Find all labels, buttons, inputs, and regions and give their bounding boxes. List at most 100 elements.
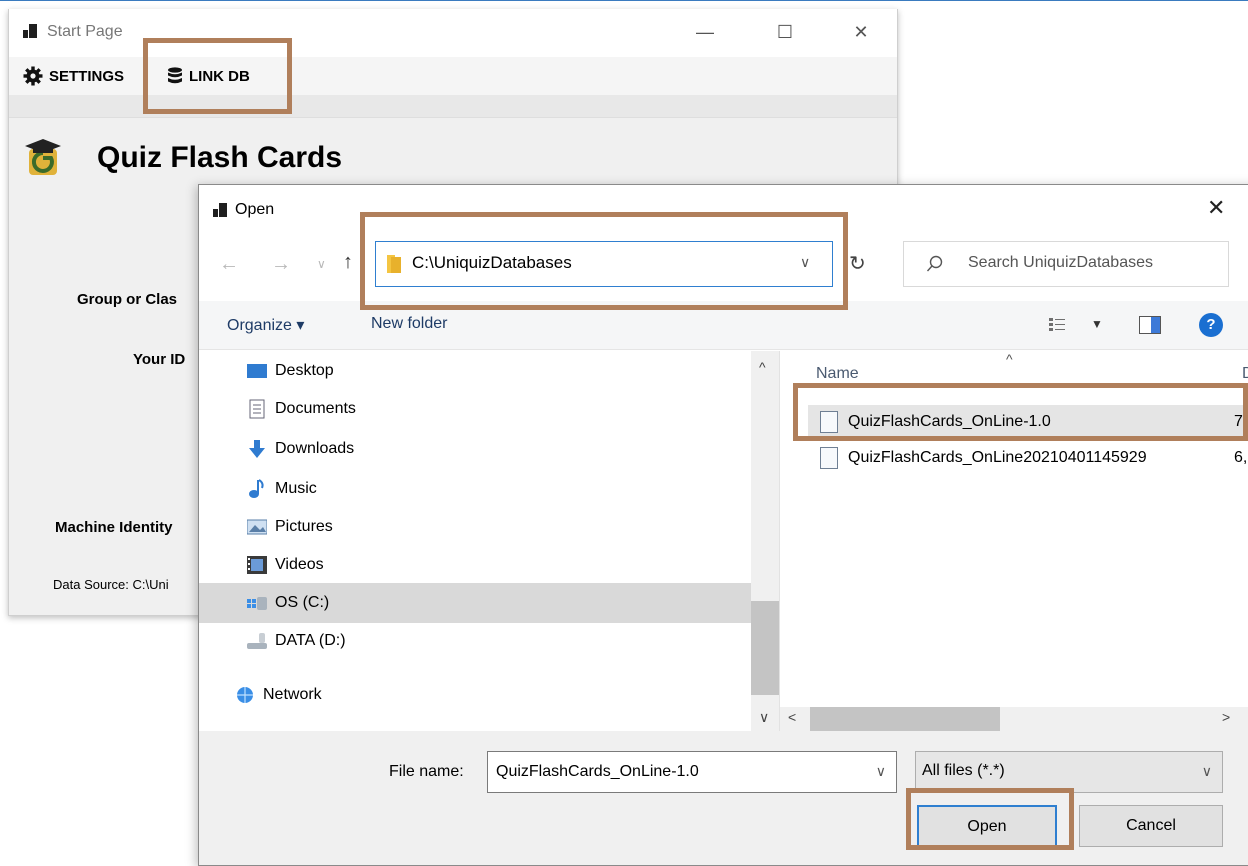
cancel-button[interactable]: Cancel: [1079, 805, 1223, 847]
file-scroll-thumb[interactable]: [810, 707, 1000, 731]
help-icon[interactable]: ?: [1199, 313, 1223, 337]
nav-vertical-scrollbar[interactable]: ^ ∨: [751, 351, 779, 731]
search-input[interactable]: Search UniquizDatabases: [903, 241, 1229, 287]
graduation-cap-logo-icon: [25, 139, 61, 175]
nav-item-downloads[interactable]: Downloads: [247, 431, 354, 467]
file-date: 7: [1234, 413, 1243, 430]
drive-c-icon: [247, 593, 267, 613]
address-bar[interactable]: C:\UniquizDatabases ∨: [375, 241, 833, 287]
settings-button[interactable]: SETTINGS: [23, 63, 124, 89]
file-name: QuizFlashCards_OnLine-1.0: [848, 413, 1051, 430]
music-icon: [247, 479, 267, 499]
nav-item-network[interactable]: Network: [235, 677, 322, 713]
maximize-button[interactable]: ☐: [765, 17, 805, 47]
toolbar-separator: [9, 95, 897, 118]
desktop-icon: [247, 361, 267, 381]
nav-item-data-d[interactable]: DATA (D:): [247, 623, 346, 659]
nav-item-label: Downloads: [275, 440, 355, 457]
address-dropdown-chevron-icon[interactable]: ∨: [800, 254, 810, 271]
file-row[interactable]: QuizFlashCards_OnLine20210401145929 6,: [808, 441, 1248, 475]
scroll-right-arrow-icon[interactable]: >: [1222, 709, 1230, 725]
file-horizontal-scrollbar[interactable]: < >: [780, 707, 1248, 731]
open-file-dialog: Open ✕ ← → ∨ ↑ C:\UniquizDatabases ∨ ↻ S…: [198, 184, 1248, 866]
network-icon: [235, 685, 255, 705]
settings-label: SETTINGS: [49, 67, 125, 85]
nav-item-label: OS (C:): [275, 594, 330, 611]
dialog-footer: File name: QuizFlashCards_OnLine-1.0 ∨ A…: [199, 731, 1248, 865]
nav-item-label: Documents: [275, 400, 356, 417]
up-folder-arrow-icon[interactable]: ↑: [343, 251, 353, 274]
desktop-top-edge: [0, 0, 1248, 1]
scroll-left-arrow-icon[interactable]: <: [788, 709, 796, 725]
nav-item-label: Music: [275, 480, 317, 497]
filter-dropdown-chevron-icon: ∨: [1201, 763, 1212, 779]
documents-icon: [247, 399, 267, 419]
dialog-app-icon: [213, 203, 227, 217]
folder-icon: [387, 255, 401, 273]
scroll-up-arrow-icon[interactable]: ^: [759, 359, 766, 375]
pictures-icon: [246, 517, 268, 537]
forward-arrow-icon[interactable]: →: [271, 253, 291, 276]
command-bar: Organize ▾ New folder ▼ ?: [199, 301, 1248, 350]
dialog-close-button[interactable]: ✕: [1207, 195, 1225, 221]
nav-item-label: Pictures: [275, 518, 333, 535]
organize-menu[interactable]: Organize ▾: [227, 315, 304, 335]
preview-pane-icon[interactable]: [1139, 316, 1161, 334]
nav-scroll-thumb[interactable]: [751, 601, 779, 695]
search-placeholder: Search UniquizDatabases: [968, 254, 1153, 271]
file-type-filter-select[interactable]: All files (*.*) ∨: [915, 751, 1223, 793]
view-options-icon[interactable]: [1049, 317, 1067, 333]
file-name: QuizFlashCards_OnLine20210401145929: [848, 449, 1147, 466]
start-page-title: Start Page: [47, 23, 123, 40]
start-page-titlebar[interactable]: Start Page — ☐ ✕: [9, 9, 897, 57]
new-folder-button[interactable]: New folder: [371, 315, 447, 333]
view-dropdown-chevron-icon[interactable]: ▼: [1091, 317, 1103, 331]
videos-icon: [247, 555, 267, 575]
file-name-field[interactable]: QuizFlashCards_OnLine-1.0 ∨: [487, 751, 897, 793]
navigation-pane: Desktop Documents Downloads Music Pictur…: [199, 351, 779, 731]
data-source-text: Data Source: C:\Uni: [53, 577, 169, 592]
open-dialog-title: Open: [235, 201, 275, 218]
file-type-filter-value: All files (*.*): [922, 762, 1005, 779]
column-header-name[interactable]: Name: [816, 365, 859, 383]
file-name-value: QuizFlashCards_OnLine-1.0: [496, 763, 699, 780]
column-header-date[interactable]: D: [1242, 365, 1248, 383]
open-button[interactable]: Open: [917, 805, 1057, 849]
nav-item-documents[interactable]: Documents: [247, 391, 356, 427]
your-id-label: Your ID: [133, 351, 186, 368]
minimize-button[interactable]: —: [685, 17, 725, 47]
window-app-icon: [23, 24, 37, 38]
address-path: C:\UniquizDatabases: [412, 253, 572, 272]
drive-d-icon: [247, 631, 267, 651]
refresh-icon[interactable]: ↻: [849, 251, 866, 276]
gear-icon: [23, 66, 43, 86]
group-or-class-label: Group or Clas: [77, 291, 178, 308]
file-icon: [820, 411, 838, 433]
app-title: Quiz Flash Cards: [97, 141, 343, 174]
nav-item-desktop[interactable]: Desktop: [247, 353, 334, 389]
machine-identity-label: Machine Identity: [55, 519, 173, 536]
file-date: 6,: [1234, 449, 1248, 466]
database-icon: [168, 67, 182, 84]
nav-item-label: Network: [263, 686, 322, 703]
link-db-button[interactable]: LINK DB: [167, 63, 250, 89]
nav-item-os-c[interactable]: OS (C:): [247, 585, 329, 621]
nav-item-pictures[interactable]: Pictures: [246, 509, 333, 545]
recent-locations-chevron-icon[interactable]: ∨: [317, 257, 326, 271]
file-name-dropdown-chevron-icon[interactable]: ∨: [876, 763, 886, 780]
back-arrow-icon[interactable]: ←: [219, 253, 239, 276]
file-list-pane: ^ Name D QuizFlashCards_OnLine-1.0 7 Qui…: [779, 351, 1248, 731]
downloads-icon: [247, 439, 267, 459]
scroll-down-arrow-icon[interactable]: ∨: [759, 709, 769, 726]
nav-item-label: Desktop: [275, 362, 334, 379]
file-name-label: File name:: [389, 763, 464, 780]
nav-item-music[interactable]: Music: [247, 471, 317, 507]
file-icon: [820, 447, 838, 469]
nav-item-videos[interactable]: Videos: [247, 547, 324, 583]
nav-item-label: DATA (D:): [275, 632, 346, 649]
file-row[interactable]: QuizFlashCards_OnLine-1.0 7: [808, 405, 1248, 439]
open-dialog-titlebar[interactable]: Open ✕: [199, 185, 1248, 231]
start-page-toolbar: SETTINGS LINK DB: [9, 57, 897, 95]
link-db-label: LINK DB: [189, 67, 250, 85]
close-button[interactable]: ✕: [841, 17, 881, 47]
